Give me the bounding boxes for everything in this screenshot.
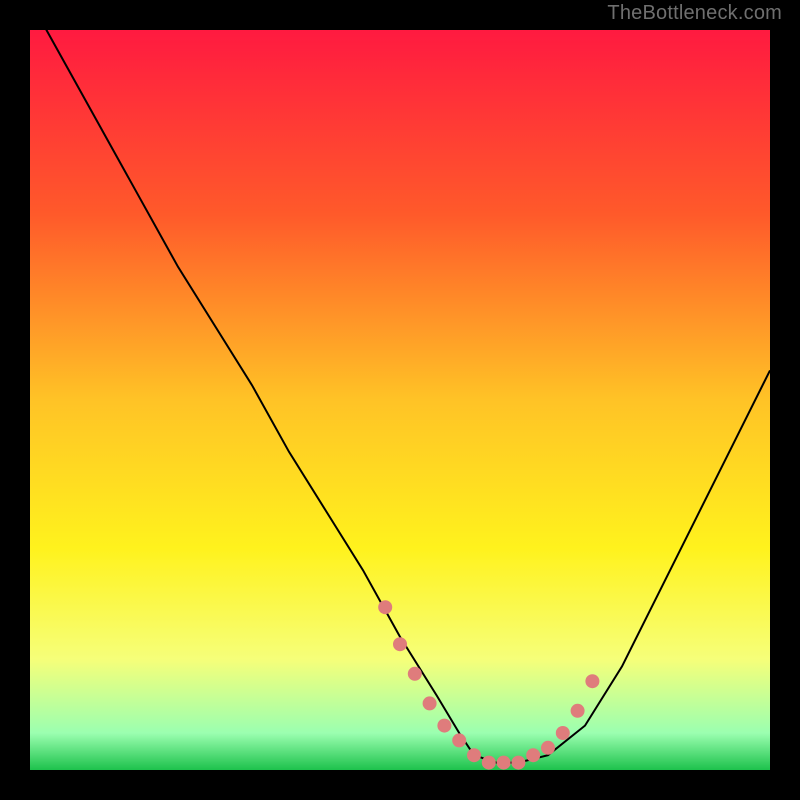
marker-dot (497, 756, 511, 770)
chart-svg (30, 30, 770, 770)
marker-dot (437, 719, 451, 733)
marker-dot (423, 696, 437, 710)
marker-dot (571, 704, 585, 718)
marker-dot (482, 756, 496, 770)
marker-dot (452, 733, 466, 747)
gradient-background (30, 30, 770, 770)
marker-dot (556, 726, 570, 740)
marker-dot (585, 674, 599, 688)
watermark-label: TheBottleneck.com (607, 2, 782, 25)
marker-dot (467, 748, 481, 762)
marker-dot (511, 756, 525, 770)
marker-dot (541, 741, 555, 755)
marker-dot (408, 667, 422, 681)
chart-frame: TheBottleneck.com (0, 0, 800, 800)
marker-dot (378, 600, 392, 614)
plot-area (30, 30, 770, 770)
marker-dot (393, 637, 407, 651)
marker-dot (526, 748, 540, 762)
